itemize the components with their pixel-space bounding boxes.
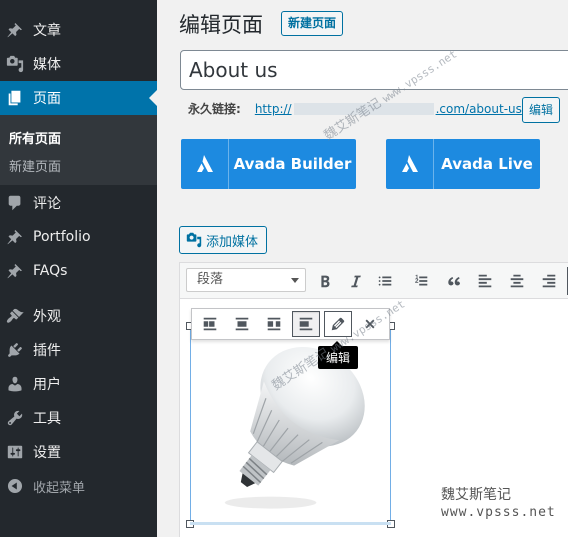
numbered-list-icon (415, 274, 428, 286)
sidebar-item-portfolio[interactable]: Portfolio (0, 220, 157, 254)
permalink-label: 永久链接: (188, 102, 241, 116)
media-icon (6, 55, 24, 73)
image-align-none-button[interactable] (292, 311, 320, 337)
quote-icon (448, 276, 460, 286)
align-left-button[interactable] (472, 268, 498, 294)
settings-icon (6, 443, 24, 461)
plugins-icon (6, 341, 24, 359)
image-align-left-button[interactable] (196, 311, 224, 337)
align-left-icon (478, 274, 492, 288)
align-none-image-icon (299, 317, 313, 331)
sidebar-item-label: 评论 (33, 196, 61, 212)
sidebar-item-label: 文章 (33, 23, 61, 39)
sidebar-item-posts[interactable]: 文章 (0, 13, 157, 47)
selected-image[interactable] (186, 322, 395, 528)
avada-logo-icon (386, 139, 434, 189)
sidebar-item-tools[interactable]: 工具 (0, 401, 157, 435)
sidebar-item-label: 设置 (33, 445, 61, 461)
pin-icon (6, 21, 24, 39)
bullet-list-icon (378, 276, 392, 286)
post-title-input[interactable] (180, 50, 568, 90)
collapse-icon (6, 477, 24, 495)
sidebar-item-label: 用户 (33, 377, 61, 393)
appearance-icon (6, 307, 24, 325)
permalink-suffix: .com/about-us (435, 101, 522, 116)
avada-builder-button[interactable]: Avada Builder (181, 139, 356, 189)
image-align-center-button[interactable] (228, 311, 256, 337)
page-title: 编辑页面 (179, 13, 263, 37)
pages-submenu: 所有页面 新建页面 (0, 115, 157, 185)
align-right-image-icon (267, 317, 281, 331)
corner-watermark: 魏艾斯笔记 www.vpsss.net (441, 486, 556, 522)
add-media-button[interactable]: 添加媒体 (179, 226, 268, 254)
avada-logo-icon (181, 139, 229, 189)
sidebar-item-label: 工具 (33, 411, 61, 427)
watermark-en: www.vpsss.net (441, 505, 556, 520)
sidebar-item-label: 页面 (33, 91, 61, 107)
sidebar-item-settings[interactable]: 设置 (0, 435, 157, 469)
tools-icon (6, 409, 24, 427)
pencil-icon (331, 317, 345, 331)
align-center-icon (510, 274, 524, 288)
avada-live-button[interactable]: Avada Live (386, 139, 540, 189)
bold-icon (321, 275, 330, 288)
align-center-button[interactable] (504, 268, 530, 294)
permalink-prefix: http:// (254, 101, 292, 116)
numbered-list-button[interactable] (408, 268, 434, 294)
sidebar-item-label: 外观 (33, 309, 61, 325)
add-new-page-button[interactable]: 新建页面 (281, 11, 344, 36)
image-caption-bar (190, 522, 391, 525)
add-media-label: 添加媒体 (206, 234, 259, 250)
avada-live-label: Avada Live (441, 155, 533, 173)
sidebar-item-appearance[interactable]: 外观 (0, 299, 157, 333)
sidebar-item-label: Portfolio (33, 229, 91, 245)
sidebar-item-comments[interactable]: 评论 (0, 186, 157, 220)
submenu-item-new-page[interactable]: 新建页面 (9, 156, 61, 175)
align-center-image-icon (235, 317, 249, 331)
align-right-button[interactable] (536, 268, 562, 294)
comment-icon (6, 194, 24, 212)
sidebar-item-label: 媒体 (33, 57, 61, 73)
pin-icon (6, 262, 24, 280)
pin-icon (6, 228, 24, 246)
chevron-down-icon (291, 278, 299, 283)
bullet-list-button[interactable] (372, 268, 398, 294)
italic-button[interactable] (343, 268, 369, 294)
editor-toolbar: 段落 (180, 263, 568, 299)
sidebar-item-media[interactable]: 媒体 (0, 47, 157, 81)
align-right-icon (542, 274, 556, 288)
sidebar-item-label: FAQs (33, 263, 68, 279)
media-icon (186, 232, 202, 248)
sidebar-collapse-menu[interactable]: 收起菜单 (0, 469, 157, 503)
light-bulb-image (224, 346, 365, 509)
sidebar-item-faqs[interactable]: FAQs (0, 254, 157, 288)
sidebar-item-label: 插件 (33, 343, 61, 359)
align-left-image-icon (203, 317, 217, 331)
pages-icon (6, 89, 24, 107)
admin-sidebar: 文章 媒体 页面 所有页面 新建页面 评论 Portfolio FAQs 外观 … (0, 0, 157, 537)
watermark-cn: 魏艾斯笔记 (441, 487, 511, 503)
italic-icon (351, 275, 361, 288)
blockquote-button[interactable] (441, 268, 467, 294)
sidebar-item-pages[interactable]: 页面 (0, 81, 157, 115)
sidebar-item-plugins[interactable]: 插件 (0, 333, 157, 367)
avada-builder-label: Avada Builder (233, 155, 352, 173)
edit-slug-button[interactable]: 编辑 (522, 97, 561, 123)
sidebar-item-label: 收起菜单 (33, 480, 86, 496)
paragraph-format-select[interactable]: 段落 (186, 268, 306, 292)
bold-button[interactable] (312, 268, 338, 294)
image-align-right-button[interactable] (260, 311, 288, 337)
format-select-value: 段落 (197, 272, 224, 287)
users-icon (6, 375, 24, 393)
sidebar-item-users[interactable]: 用户 (0, 367, 157, 401)
submenu-item-all-pages[interactable]: 所有页面 (9, 128, 61, 147)
